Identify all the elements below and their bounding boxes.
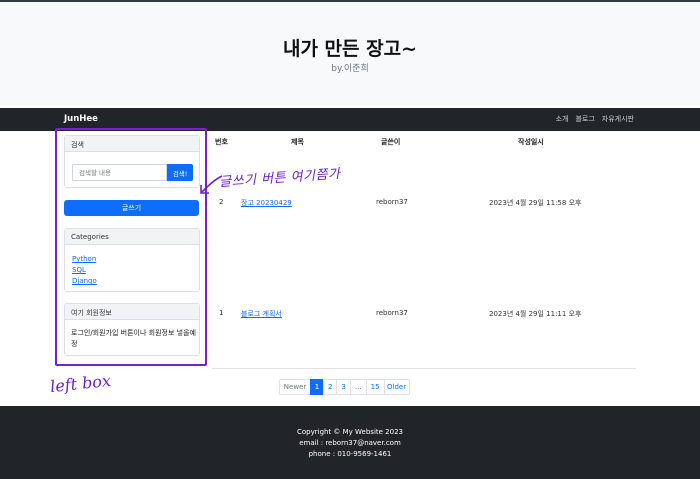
search-card-header: 검색 bbox=[65, 136, 199, 152]
nav-link-about[interactable]: 소개 bbox=[556, 114, 569, 124]
pagination-page-15[interactable]: 15 bbox=[365, 379, 385, 395]
table-header-date: 작성일시 bbox=[518, 138, 544, 146]
table-header-author: 글쓴이 bbox=[381, 138, 401, 146]
navbar-brand[interactable]: JunHee bbox=[64, 114, 98, 124]
pagination-ellipsis: ... bbox=[349, 379, 367, 395]
member-card-header: 여기 회원정보 bbox=[65, 304, 199, 320]
footer: Copyright © My Website 2023 email : rebo… bbox=[0, 406, 700, 479]
write-post-button[interactable]: 글쓰기 bbox=[64, 200, 199, 216]
category-list: Python SQL Django bbox=[72, 254, 97, 287]
table-header-number: 번호 bbox=[215, 138, 228, 146]
pagination-page-3[interactable]: 3 bbox=[336, 379, 351, 395]
search-row: 검색! bbox=[72, 164, 193, 181]
footer-phone: phone : 010-9569-1461 bbox=[308, 450, 392, 458]
search-button[interactable]: 검색! bbox=[167, 164, 193, 181]
pagination-page-2[interactable]: 2 bbox=[323, 379, 338, 395]
categories-card: Categories Python SQL Django bbox=[64, 228, 200, 292]
nav-link-board[interactable]: 자유게시판 bbox=[602, 114, 634, 124]
table-cell-number: 2 bbox=[219, 198, 224, 206]
page-subtitle: by.이준희 bbox=[331, 64, 369, 74]
table-cell-author: reborn37 bbox=[376, 309, 408, 317]
member-card-body: 로그인/회원가입 버튼이나 회원정보 넣을예정 bbox=[71, 329, 196, 348]
search-input[interactable] bbox=[72, 164, 168, 181]
search-card: 검색 검색! bbox=[64, 135, 200, 188]
category-link-sql[interactable]: SQL bbox=[72, 265, 97, 276]
pagination-newer[interactable]: Newer bbox=[279, 379, 311, 395]
nav-links: 소개 블로그 자유게시판 bbox=[556, 114, 634, 124]
annotation-note: 글쓰기 버튼 여기쯤가 bbox=[218, 166, 341, 191]
categories-card-header: Categories bbox=[65, 229, 199, 245]
category-link-django[interactable]: Django bbox=[72, 276, 97, 287]
footer-email: email : reborn37@naver.com bbox=[299, 439, 401, 447]
post-title-link[interactable]: 블로그 계획서 bbox=[241, 309, 282, 319]
annotation-left-label: left box bbox=[49, 370, 112, 397]
hero-header: 내가 만든 장고~ by.이준희 bbox=[0, 2, 700, 105]
page-title: 내가 만든 장고~ bbox=[282, 38, 418, 60]
member-info-card: 여기 회원정보 로그인/회원가입 버튼이나 회원정보 넣을예정 bbox=[64, 303, 200, 356]
table-divider bbox=[212, 368, 636, 369]
post-title-link[interactable]: 장고 20230429 bbox=[241, 198, 292, 208]
table-cell-date: 2023년 4월 29일 11:11 오후 bbox=[489, 310, 582, 318]
footer-copyright: Copyright © My Website 2023 bbox=[296, 428, 403, 436]
table-cell-author: reborn37 bbox=[376, 198, 408, 206]
pagination-page-1[interactable]: 1 bbox=[310, 379, 324, 395]
table-cell-number: 1 bbox=[219, 309, 224, 317]
table-header-title: 제목 bbox=[291, 138, 304, 146]
category-link-python[interactable]: Python bbox=[72, 254, 97, 265]
pagination-older[interactable]: Older bbox=[383, 379, 410, 395]
pagination: Newer 1 2 3 ... 15 Older bbox=[279, 379, 410, 395]
table-cell-date: 2023년 4월 29일 11:58 오후 bbox=[489, 199, 582, 207]
nav-link-blog[interactable]: 블로그 bbox=[575, 114, 594, 124]
